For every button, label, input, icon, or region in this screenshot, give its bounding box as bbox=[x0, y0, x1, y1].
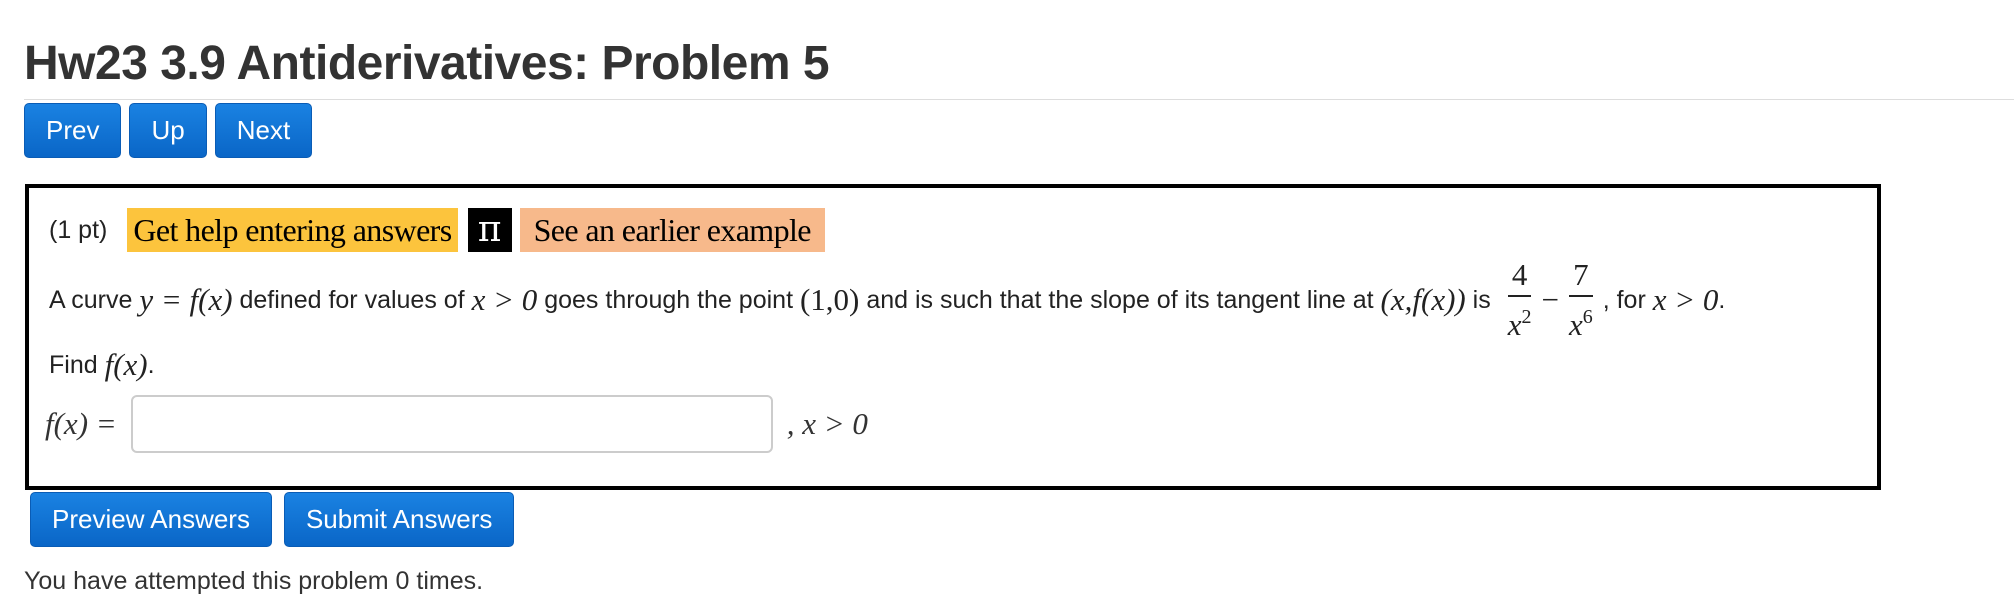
statement-text: , for bbox=[1602, 285, 1653, 314]
find-function: f(x) bbox=[104, 347, 148, 382]
curve-equation: y = f(x) bbox=[139, 282, 233, 317]
prev-button[interactable]: Prev bbox=[24, 103, 122, 158]
fraction-numerator: 4 bbox=[1507, 257, 1532, 297]
fraction-4-over-x2: 4 x2 bbox=[1504, 257, 1536, 343]
fraction-denominator: x6 bbox=[1568, 306, 1593, 342]
find-instruction: Find f(x) . bbox=[49, 340, 155, 390]
point-coordinates: (1,0) bbox=[799, 282, 860, 317]
answer-actions: Preview Answers Submit Answers bbox=[30, 492, 515, 547]
answer-row: f(x) = , x > 0 bbox=[45, 394, 868, 454]
fraction-numerator: 7 bbox=[1569, 257, 1593, 297]
problem-statement: A curve y = f(x) defined for values of x… bbox=[49, 257, 1726, 343]
answer-input[interactable] bbox=[130, 395, 773, 453]
statement-text: and is such that the slope of its tangen… bbox=[859, 285, 1381, 314]
tangent-point: (x,f(x)) bbox=[1380, 282, 1466, 317]
preview-answers-button[interactable]: Preview Answers bbox=[30, 492, 272, 547]
help-entering-answers-link[interactable]: Get help entering answers bbox=[127, 208, 458, 252]
domain-condition: x > 0 bbox=[471, 282, 538, 317]
domain-condition: x > 0 bbox=[1652, 282, 1719, 317]
fraction-denominator: x2 bbox=[1507, 306, 1532, 342]
problem-navigation: Prev Up Next bbox=[24, 103, 313, 158]
answer-label: f(x) = bbox=[45, 406, 117, 441]
up-button[interactable]: Up bbox=[129, 103, 207, 158]
submit-answers-button[interactable]: Submit Answers bbox=[283, 492, 515, 547]
statement-text: defined for values of bbox=[232, 285, 472, 314]
attempts-status: You have attempted this problem 0 times. bbox=[24, 567, 484, 595]
statement-text: goes through the point bbox=[537, 285, 800, 314]
statement-text: A curve bbox=[49, 285, 140, 314]
problem-container: (1 pt) Get help entering answers π See a… bbox=[25, 184, 1881, 490]
next-button[interactable]: Next bbox=[214, 103, 313, 158]
earlier-example-link[interactable]: See an earlier example bbox=[519, 208, 825, 252]
find-text: Find bbox=[49, 350, 105, 379]
page-title: Hw23 3.9 Antiderivatives: Problem 5 bbox=[24, 37, 830, 90]
statement-text: . bbox=[1718, 285, 1726, 314]
problem-header: (1 pt) Get help entering answers π See a… bbox=[49, 208, 825, 252]
answer-condition: , x > 0 bbox=[786, 406, 868, 441]
pi-icon[interactable]: π bbox=[467, 208, 512, 252]
fraction-7-over-x6: 7 x6 bbox=[1565, 257, 1597, 343]
minus-sign: − bbox=[1541, 282, 1559, 317]
problem-points: (1 pt) bbox=[49, 215, 108, 244]
statement-text: is bbox=[1465, 285, 1498, 314]
title-divider bbox=[24, 99, 2014, 100]
find-period: . bbox=[147, 350, 155, 379]
